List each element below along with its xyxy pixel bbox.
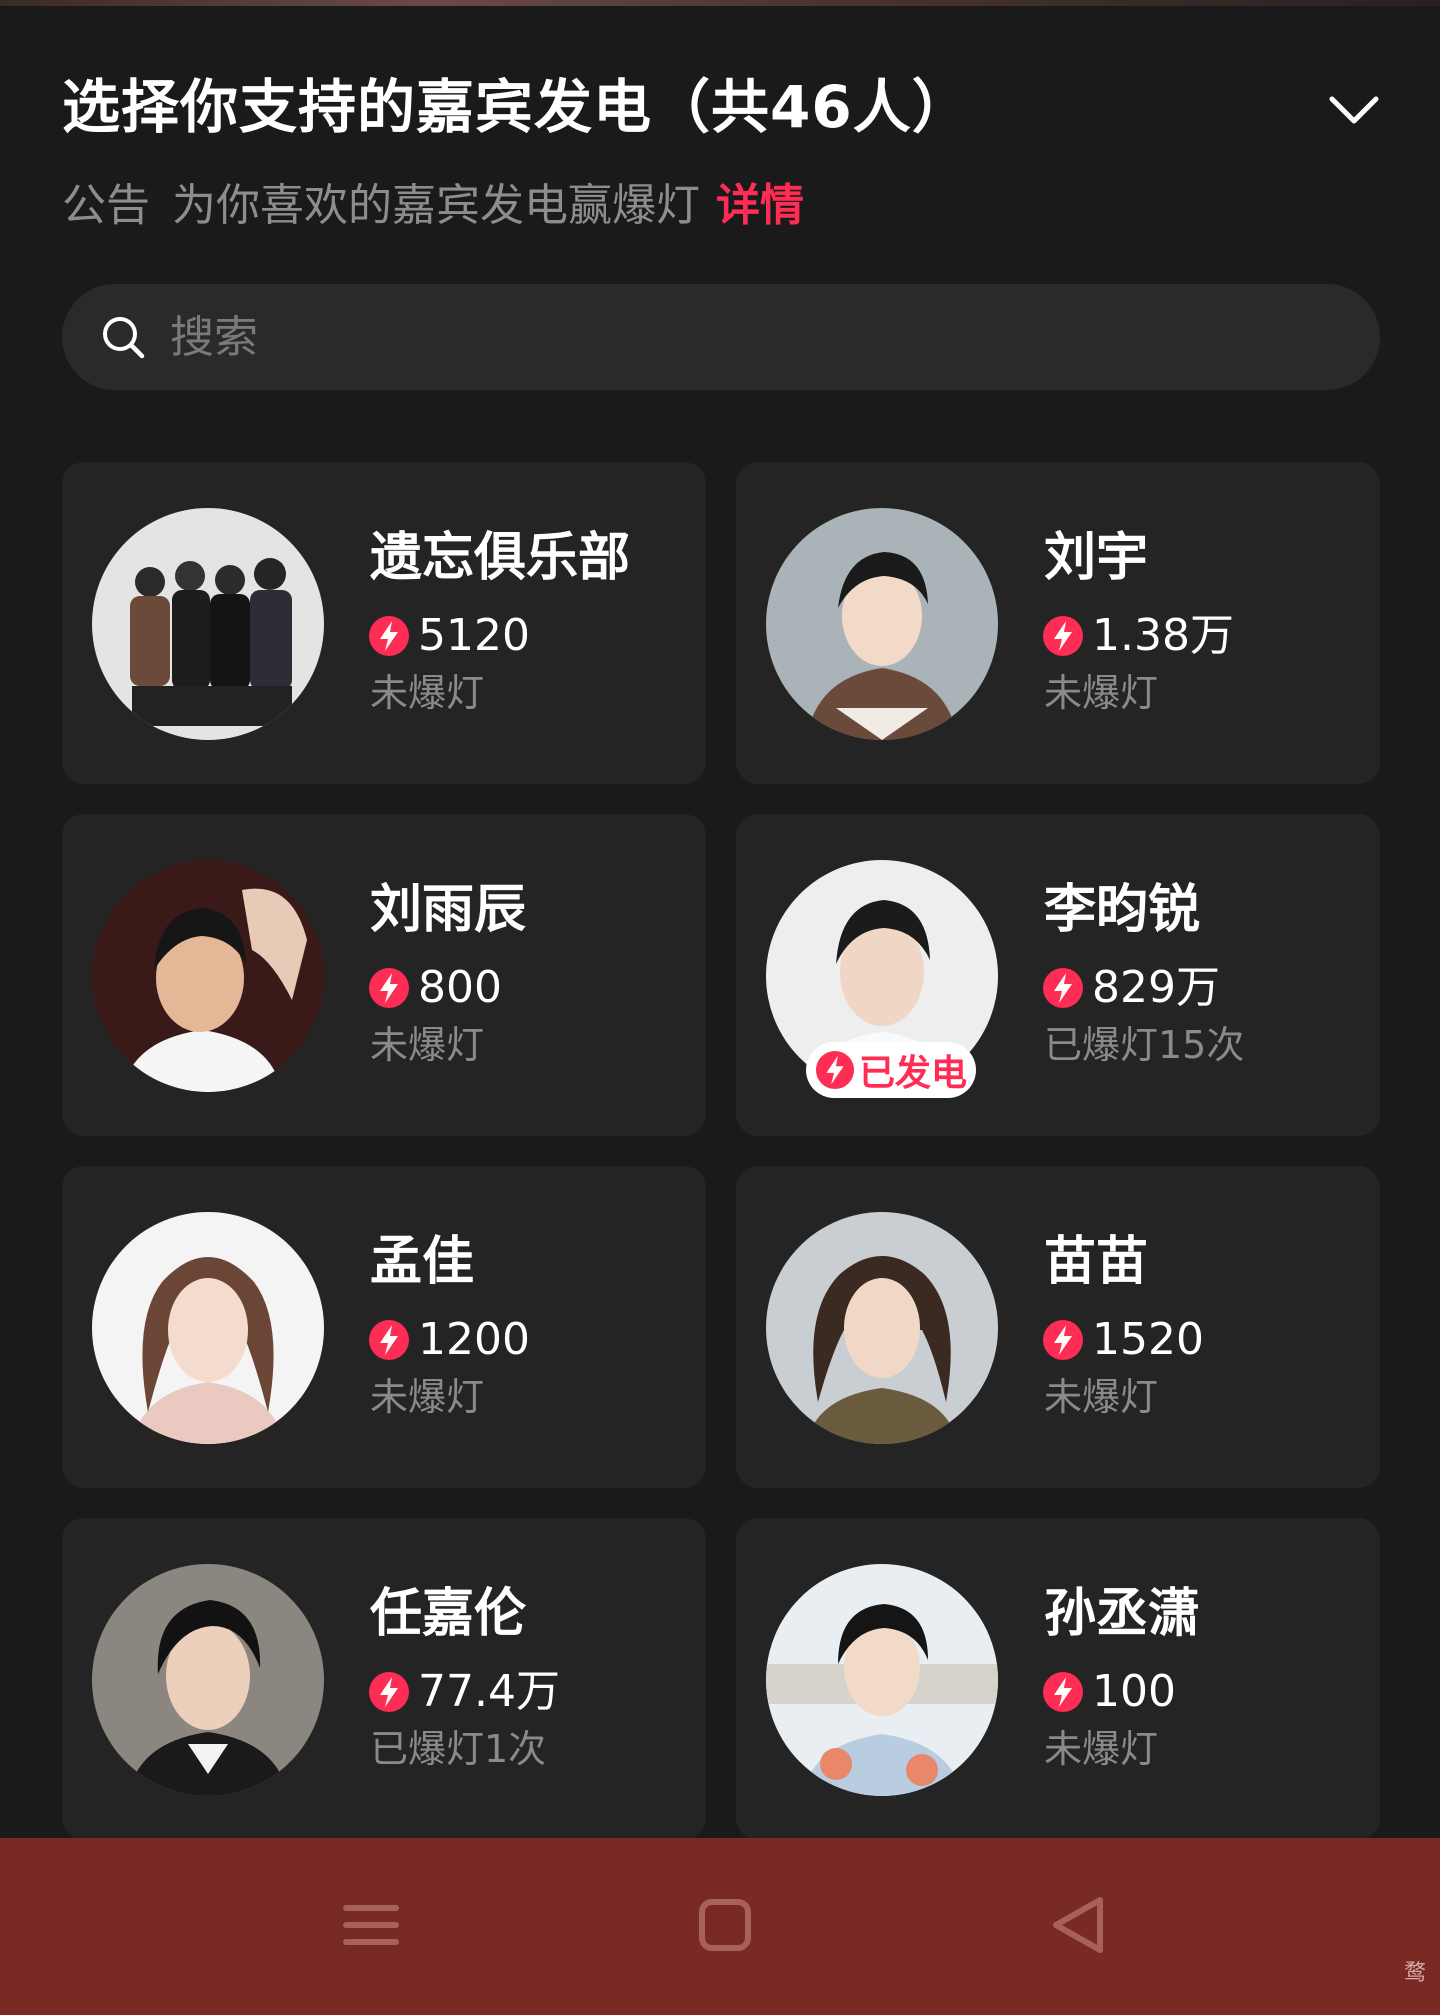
power-count: 800: [368, 960, 502, 1016]
guest-name: 刘宇: [1044, 528, 1149, 588]
guest-card[interactable]: 刘雨辰 800 未爆灯: [62, 814, 706, 1136]
avatar[interactable]: [766, 508, 998, 740]
powered-badge: 已发电: [806, 1042, 976, 1098]
announcement: 公告 为你喜欢的嘉宾发电赢爆灯 详情: [62, 176, 804, 236]
guest-card[interactable]: 刘宇 1.38万 未爆灯: [736, 462, 1380, 784]
guest-name: 苗苗: [1044, 1232, 1149, 1292]
power-value: 1200: [418, 1314, 530, 1365]
avatar[interactable]: [92, 508, 324, 740]
boost-status: 未爆灯: [370, 1375, 485, 1419]
guest-card[interactable]: 遗忘俱乐部 5120 未爆灯: [62, 462, 706, 784]
avatar[interactable]: [766, 1212, 998, 1444]
guest-photo: [92, 1212, 324, 1444]
guest-grid: 遗忘俱乐部 5120 未爆灯 刘宇 1.38万 未爆灯 刘雨辰 800 未爆灯 …: [62, 462, 1380, 1840]
power-value: 1.38万: [1092, 610, 1234, 661]
collapse-button[interactable]: [1326, 82, 1382, 138]
power-count: 829万: [1042, 960, 1220, 1016]
power-count: 1200: [368, 1312, 530, 1368]
guest-name: 李昀锐: [1044, 880, 1201, 940]
power-value: 1520: [1092, 1314, 1204, 1365]
guest-photo: [92, 508, 324, 740]
guest-card[interactable]: 任嘉伦 77.4万 已爆灯1次: [62, 1518, 706, 1840]
guest-name: 任嘉伦: [370, 1584, 527, 1644]
bolt-icon: [1043, 1672, 1083, 1712]
avatar[interactable]: [92, 1564, 324, 1796]
announcement-text: 为你喜欢的嘉宾发电赢爆灯: [172, 180, 700, 231]
guest-name: 孟佳: [370, 1232, 475, 1292]
watermark: 鹜: [1403, 1961, 1426, 1986]
page-title: 选择你支持的嘉宾发电（共46人）: [62, 73, 971, 141]
avatar[interactable]: [766, 1564, 998, 1796]
top-video-strip: [0, 0, 1440, 6]
search-input[interactable]: [170, 311, 1270, 363]
guest-photo: [92, 860, 324, 1092]
page: 选择你支持的嘉宾发电（共46人） 公告 为你喜欢的嘉宾发电赢爆灯 详情 搜索 遗…: [0, 0, 1440, 2015]
bolt-icon: [369, 616, 409, 656]
avatar[interactable]: [92, 860, 324, 1092]
guest-card[interactable]: 苗苗 1520 未爆灯: [736, 1166, 1380, 1488]
guest-card[interactable]: 已发电 李昀锐 829万 已爆灯15次: [736, 814, 1380, 1136]
power-value: 77.4万: [418, 1666, 560, 1717]
system-nav-bar: 鹜: [0, 1838, 1440, 2015]
boost-status: 已爆灯15次: [1044, 1023, 1245, 1067]
power-count: 100: [1042, 1664, 1176, 1720]
avatar[interactable]: [92, 1212, 324, 1444]
announcement-label: 公告: [62, 180, 150, 231]
guest-photo: [766, 1564, 998, 1796]
details-link[interactable]: 详情: [716, 180, 804, 231]
power-value: 800: [418, 962, 502, 1013]
guest-photo: [766, 508, 998, 740]
guest-name: 孙丞潇: [1044, 1584, 1201, 1644]
chevron-down-icon: [1329, 96, 1379, 124]
bolt-icon: [369, 968, 409, 1008]
power-value: 829万: [1092, 962, 1220, 1013]
back-icon[interactable]: [1044, 1890, 1114, 1960]
boost-status: 未爆灯: [370, 671, 485, 715]
badge-label: 已发电: [858, 1053, 967, 1094]
boost-status: 未爆灯: [370, 1023, 485, 1067]
boost-status: 未爆灯: [1044, 1727, 1159, 1771]
bolt-icon: [1043, 968, 1083, 1008]
bolt-icon: [1043, 1320, 1083, 1360]
guest-photo: [766, 1212, 998, 1444]
header: 选择你支持的嘉宾发电（共46人）: [62, 72, 1382, 142]
power-value: 100: [1092, 1666, 1176, 1717]
bolt-icon: [369, 1320, 409, 1360]
power-count: 77.4万: [368, 1664, 560, 1720]
bolt-icon: [1043, 616, 1083, 656]
search-icon: [103, 317, 145, 359]
menu-icon[interactable]: [336, 1890, 406, 1960]
power-count: 1520: [1042, 1312, 1204, 1368]
boost-status: 已爆灯1次: [370, 1727, 547, 1771]
power-value: 5120: [418, 610, 530, 661]
guest-card[interactable]: 孟佳 1200 未爆灯: [62, 1166, 706, 1488]
guest-photo: [92, 1564, 324, 1796]
power-count: 1.38万: [1042, 608, 1234, 664]
search-bar[interactable]: [62, 284, 1380, 390]
boost-status: 未爆灯: [1044, 1375, 1159, 1419]
boost-status: 未爆灯: [1044, 671, 1159, 715]
bolt-icon: [369, 1672, 409, 1712]
guest-name: 刘雨辰: [370, 880, 527, 940]
guest-card[interactable]: 孙丞潇 100 未爆灯: [736, 1518, 1380, 1840]
home-icon[interactable]: [690, 1890, 760, 1960]
bolt-icon: [815, 1050, 855, 1090]
guest-name: 遗忘俱乐部: [370, 528, 631, 588]
power-count: 5120: [368, 608, 530, 664]
